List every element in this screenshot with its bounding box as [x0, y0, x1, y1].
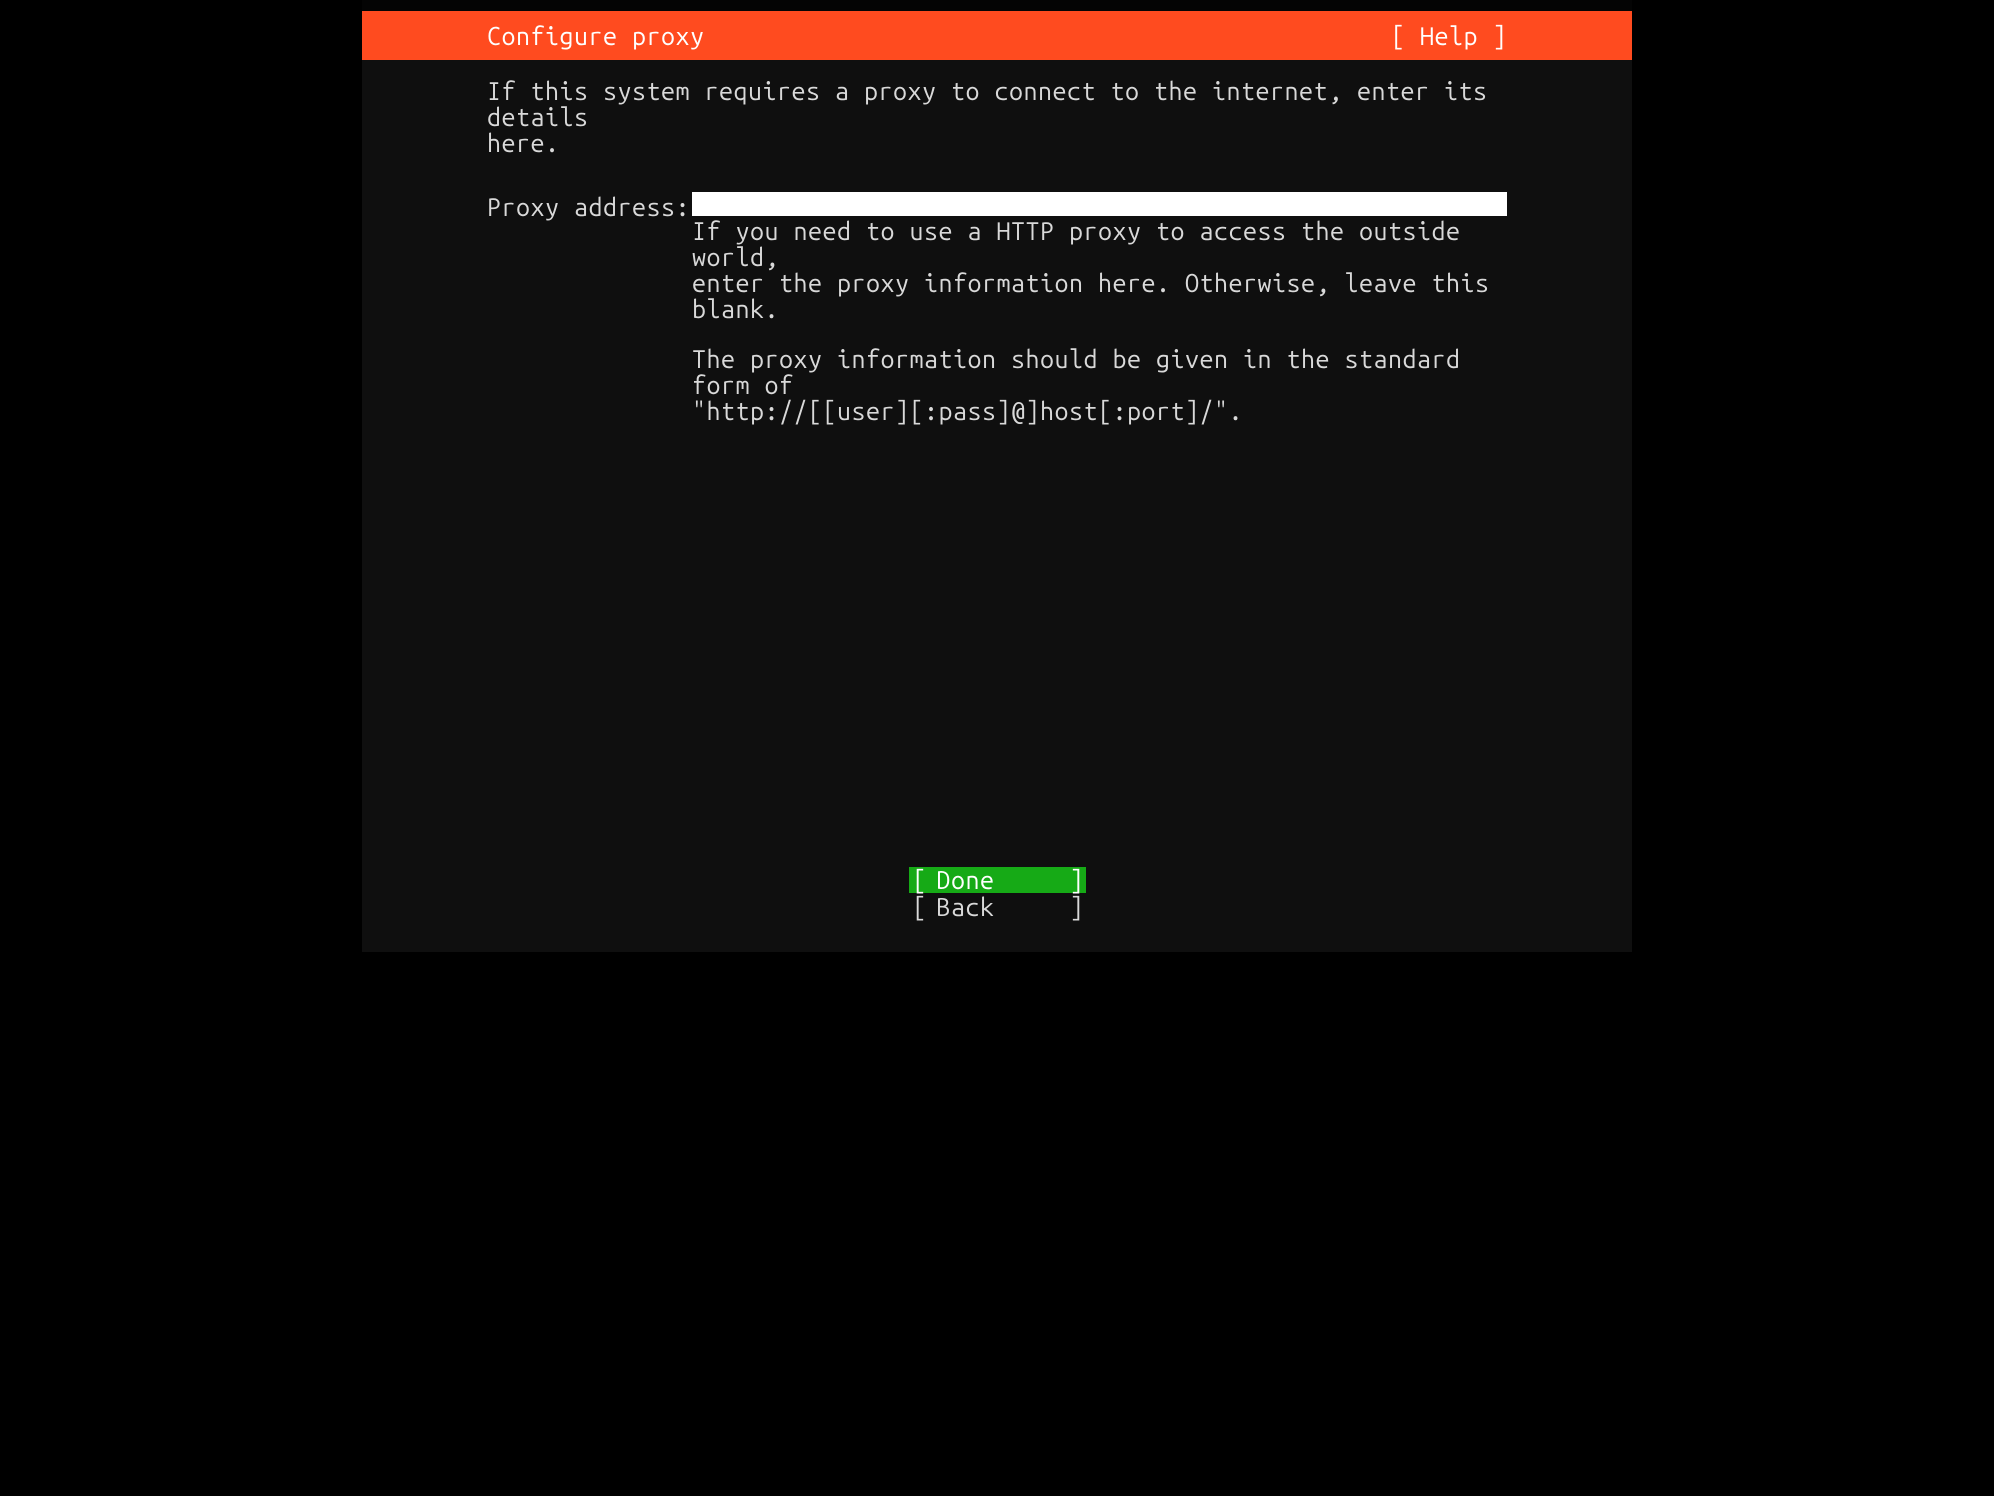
proxy-address-input[interactable]	[692, 192, 1507, 216]
bracket-right: ]	[1070, 867, 1082, 893]
page-title: Configure proxy	[487, 22, 705, 50]
top-bar	[362, 0, 1632, 11]
proxy-address-label: Proxy address:	[487, 192, 692, 221]
proxy-form-row: Proxy address: If you need to use a HTTP…	[487, 192, 1507, 424]
done-button[interactable]: [ Done ]	[909, 867, 1086, 893]
back-button-label: Back	[937, 894, 1070, 920]
proxy-help-text-1: If you need to use a HTTP proxy to acces…	[692, 218, 1507, 322]
installer-window: Configure proxy [ Help ] If this system …	[362, 0, 1632, 952]
content-area: If this system requires a proxy to conne…	[362, 60, 1632, 424]
header: Configure proxy [ Help ]	[362, 11, 1632, 60]
done-button-label: Done	[937, 867, 1070, 893]
back-button[interactable]: [ Back ]	[909, 894, 1086, 920]
bracket-right: ]	[1070, 894, 1082, 920]
intro-text: If this system requires a proxy to conne…	[487, 78, 1507, 156]
button-bar: [ Done ] [ Back ]	[362, 867, 1632, 920]
bracket-left: [	[913, 867, 937, 893]
help-button[interactable]: [ Help ]	[1391, 22, 1507, 50]
proxy-field-container: If you need to use a HTTP proxy to acces…	[692, 192, 1507, 424]
bracket-left: [	[913, 894, 937, 920]
proxy-help-text-2: The proxy information should be given in…	[692, 346, 1507, 424]
